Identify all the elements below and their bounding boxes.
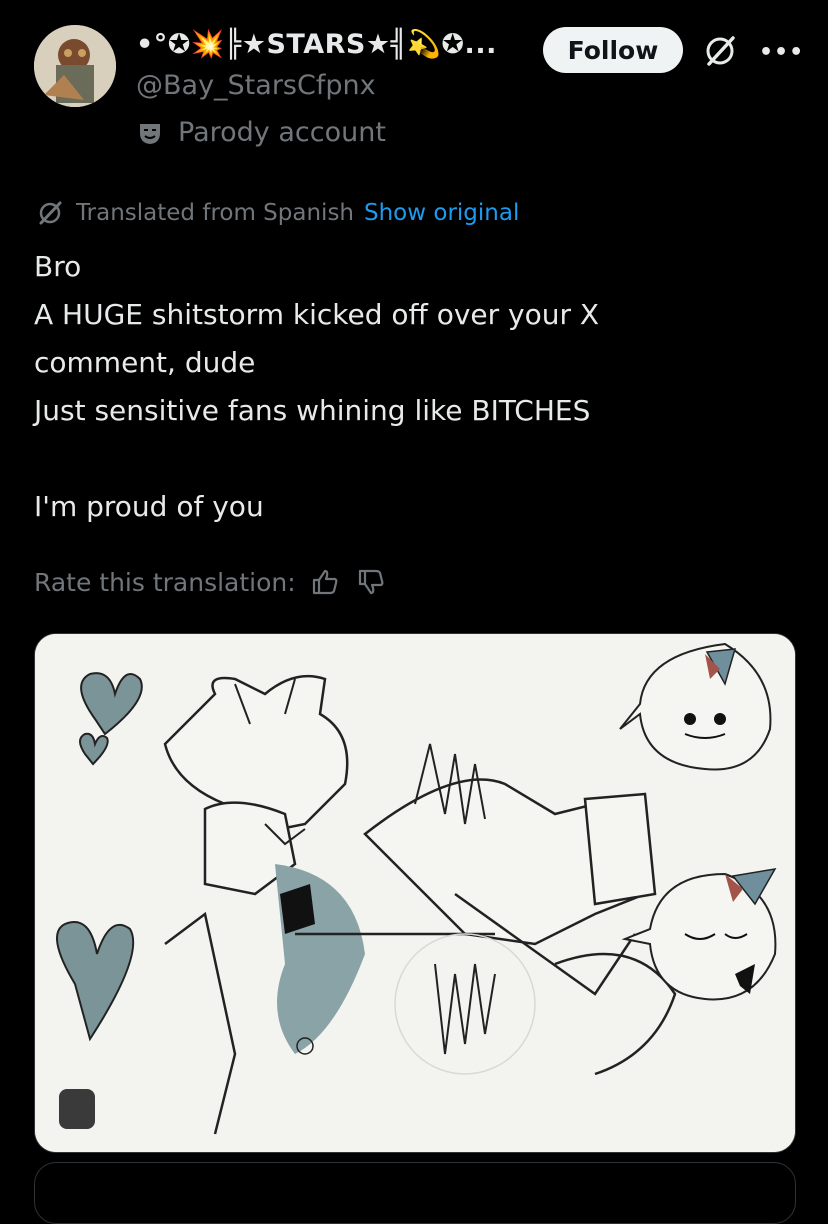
media-badge[interactable]	[59, 1089, 95, 1129]
translated-label: Translated from Spanish	[76, 200, 354, 226]
tweet-text: Bro A HUGE shitstorm kicked off over you…	[34, 250, 600, 523]
thumb-up-icon[interactable]	[308, 565, 342, 599]
grok-icon[interactable]	[700, 31, 740, 71]
parody-label: Parody account	[178, 117, 386, 148]
mask-icon	[136, 119, 164, 147]
show-original-link[interactable]: Show original	[364, 200, 519, 226]
follow-button[interactable]: Follow	[543, 27, 683, 73]
display-name[interactable]: •°✪💥╠★STARS★╣💫✪...	[136, 28, 497, 60]
more-icon[interactable]: •••	[759, 40, 804, 65]
translation-notice: Translated from Spanish Show original	[34, 197, 519, 229]
post-image[interactable]	[34, 633, 796, 1153]
parody-badge: Parody account	[136, 117, 386, 148]
quoted-post[interactable]	[34, 1162, 796, 1224]
rate-translation: Rate this translation:	[34, 565, 388, 599]
user-handle[interactable]: @Bay_StarsCfpnx	[136, 70, 376, 101]
grok-icon	[34, 197, 66, 229]
avatar[interactable]	[34, 25, 116, 107]
rate-label: Rate this translation:	[34, 567, 296, 597]
thumb-down-icon[interactable]	[354, 565, 388, 599]
